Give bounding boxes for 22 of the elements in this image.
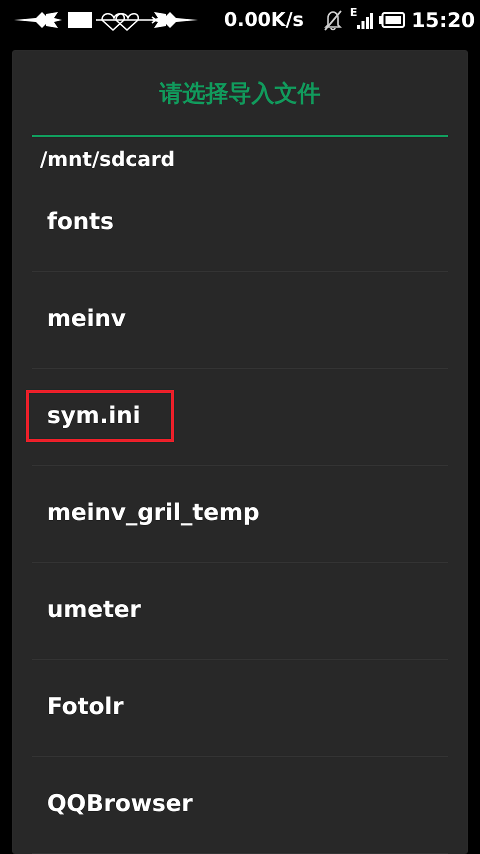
file-list-item[interactable]: meinv — [32, 272, 448, 370]
file-list-item[interactable]: umeter — [32, 563, 448, 660]
file-name: meinv — [46, 305, 127, 334]
file-name: fonts — [46, 208, 115, 238]
file-list-item[interactable]: Fotolr — [32, 660, 448, 758]
clock: 15:20 — [411, 8, 476, 32]
signal-icon — [357, 11, 374, 29]
file-list-item[interactable]: sym.ini — [32, 369, 448, 466]
battery-icon — [379, 12, 406, 28]
muted-bell-icon — [322, 9, 344, 31]
network-speed: 0.00K/s — [224, 9, 304, 31]
file-name: Fotolr — [46, 693, 125, 722]
file-list-item[interactable]: QQBrowser — [32, 757, 448, 854]
current-path: /mnt/sdcard — [39, 146, 176, 174]
network-type: E — [350, 6, 358, 19]
file-list-item[interactable]: meinv_gril_temp — [32, 466, 448, 564]
file-name: meinv_gril_temp — [46, 499, 260, 528]
file-name: sym.ini — [26, 390, 174, 442]
dialog-title: 请选择导入文件 — [158, 80, 322, 109]
file-name: QQBrowser — [46, 790, 194, 820]
file-name: umeter — [46, 596, 142, 626]
file-list-item[interactable]: fonts — [32, 175, 448, 272]
